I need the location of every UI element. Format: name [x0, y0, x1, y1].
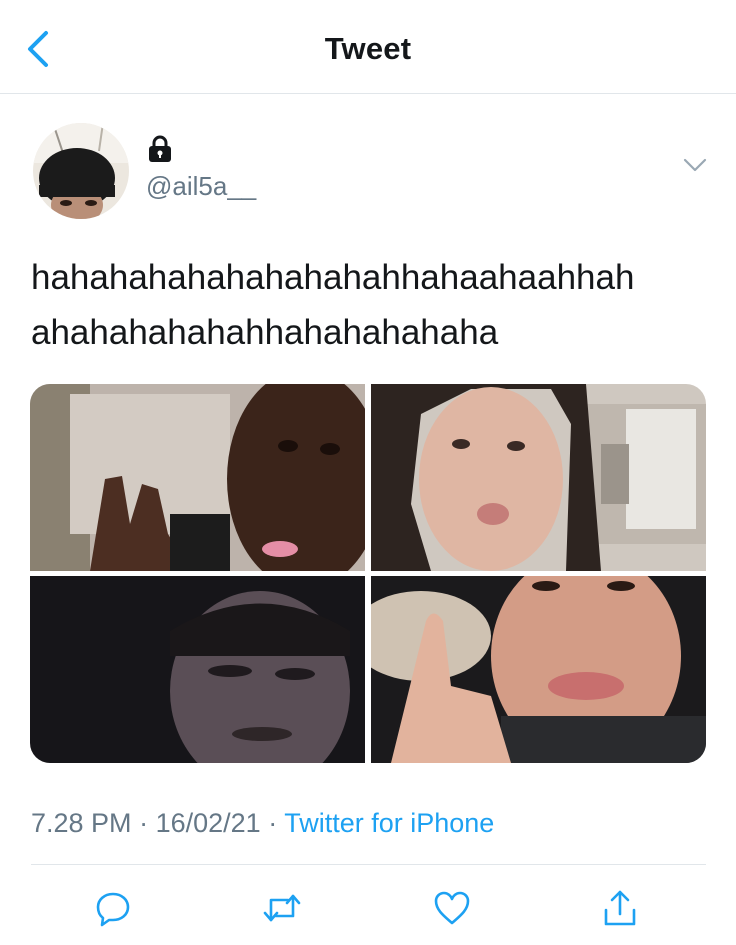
tweet-text: hahahahahahahahahahhahaahaahhah ahahahah… [31, 250, 721, 360]
avatar[interactable] [33, 123, 129, 219]
retweet-icon[interactable] [262, 888, 302, 928]
share-icon[interactable] [600, 888, 640, 928]
tweet-timestamp: 7.28 PM · 16/02/21 · Twitter for iPhone [31, 808, 494, 839]
meta-separator: · [268, 808, 278, 838]
user-handle[interactable]: @ail5a__ [146, 171, 256, 202]
tweet-date: 16/02/21 [155, 808, 261, 838]
photo-2[interactable] [371, 384, 706, 571]
chevron-down-icon[interactable] [682, 155, 708, 175]
tweet-source-link[interactable]: Twitter for iPhone [284, 808, 494, 838]
top-bar: Tweet [0, 0, 736, 94]
photo-3[interactable] [30, 576, 365, 763]
meta-separator: · [139, 808, 149, 838]
reply-icon[interactable] [93, 888, 133, 928]
page-title: Tweet [324, 31, 412, 66]
lock-icon [149, 135, 171, 162]
photo-4[interactable] [371, 576, 706, 763]
tweet-text-line: ahahahahahahhahahahahaha [31, 313, 499, 352]
tweet-text-line: hahahahahahahahahahhahaahaahhah [31, 258, 635, 297]
tweet-time: 7.28 PM [31, 808, 132, 838]
photo-1[interactable] [30, 384, 365, 571]
divider [31, 864, 706, 865]
media-grid [30, 384, 706, 763]
heart-icon[interactable] [432, 888, 472, 928]
